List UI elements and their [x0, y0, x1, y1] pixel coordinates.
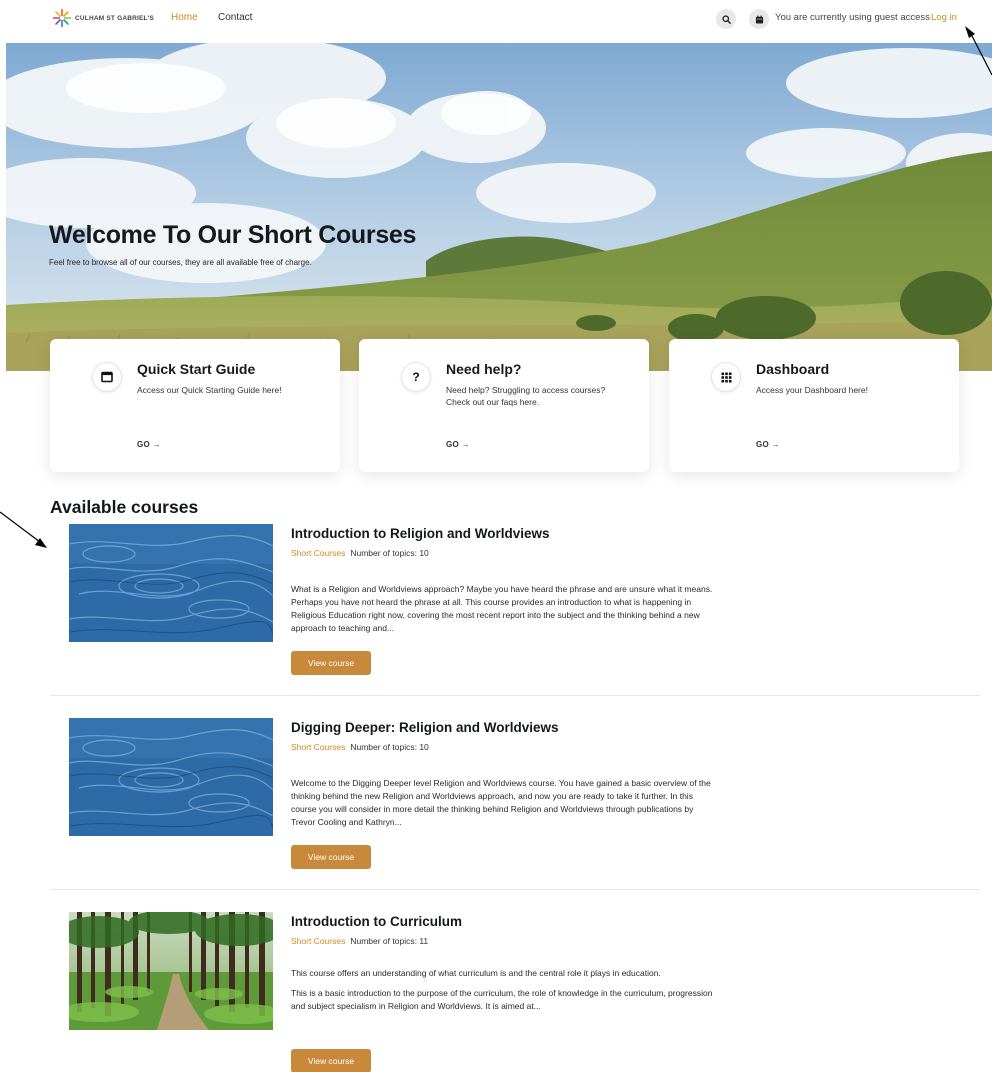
- course-image[interactable]: [69, 912, 273, 1030]
- course-category[interactable]: Short Courses: [291, 936, 345, 946]
- grid-icon: [721, 372, 731, 382]
- water-ripple-image: [69, 718, 273, 836]
- course-category[interactable]: Short Courses: [291, 742, 345, 752]
- nav-home[interactable]: Home: [171, 12, 198, 23]
- search-button[interactable]: [716, 9, 736, 29]
- course-title[interactable]: Introduction to Religion and Worldviews: [291, 526, 550, 541]
- search-icon: [721, 14, 731, 24]
- summary-paragraph: What is a Religion and Worldviews approa…: [291, 584, 713, 633]
- hero-banner: Welcome To Our Short Courses Feel free t…: [6, 43, 992, 371]
- view-course-button[interactable]: View course: [291, 845, 371, 869]
- course-title[interactable]: Digging Deeper: Religion and Worldviews: [291, 720, 559, 735]
- hero-subtitle: Feel free to browse all of our courses, …: [49, 258, 312, 267]
- quick-start-card[interactable]: Quick Start Guide Access our Quick Start…: [50, 339, 340, 472]
- logo-text: CULHAM ST GABRIEL'S: [75, 14, 155, 22]
- card-description: Need help? Struggling to access courses?…: [446, 385, 606, 407]
- calendar-icon: [755, 15, 763, 24]
- hero-title: Welcome To Our Short Courses: [49, 221, 417, 249]
- course-image[interactable]: [69, 718, 273, 836]
- course-summary: Welcome to the Digging Deeper level Reli…: [291, 777, 716, 829]
- need-help-card[interactable]: ? Need help? Need help? Struggling to ac…: [359, 339, 649, 472]
- card-description: Access our Quick Starting Guide here!: [137, 385, 282, 395]
- course-meta: Short Courses Number of topics: 10: [291, 548, 429, 558]
- course-summary: This course offers an understanding of w…: [291, 967, 716, 1013]
- summary-paragraph: This is a basic introduction to the purp…: [291, 988, 713, 1011]
- forest-path-image: [69, 912, 273, 1030]
- card-icon-circle: ?: [401, 362, 431, 392]
- summary-paragraph: Welcome to the Digging Deeper level Reli…: [291, 778, 711, 827]
- navbar: CULHAM ST GABRIEL'S Home Contact You are…: [0, 0, 992, 38]
- logo-mark-icon: [52, 8, 72, 28]
- dashboard-card[interactable]: Dashboard Access your Dashboard here! GO…: [669, 339, 959, 472]
- card-go-link[interactable]: GO →: [446, 440, 470, 449]
- course-meta: Short Courses Number of topics: 11: [291, 936, 428, 946]
- course-category[interactable]: Short Courses: [291, 548, 345, 558]
- course-item: Introduction to Curriculum Short Courses…: [50, 910, 980, 1072]
- card-title: Dashboard: [756, 361, 830, 377]
- guest-access-text: You are currently using guest access: [775, 12, 930, 23]
- window-icon: [101, 371, 113, 383]
- card-icon-circle: [711, 362, 741, 392]
- card-go-link[interactable]: GO →: [756, 440, 780, 449]
- course-item: Digging Deeper: Religion and Worldviews …: [50, 716, 980, 890]
- question-icon: ?: [412, 370, 420, 384]
- calendar-button[interactable]: [749, 9, 769, 29]
- view-course-button[interactable]: View course: [291, 1049, 371, 1072]
- course-divider: [50, 889, 980, 890]
- card-title: Quick Start Guide: [137, 361, 256, 377]
- summary-paragraph: This course offers an understanding of w…: [291, 968, 661, 978]
- course-item: Introduction to Religion and Worldviews …: [50, 522, 980, 696]
- water-ripple-image: [69, 524, 273, 642]
- card-go-link[interactable]: GO →: [137, 440, 161, 449]
- course-arrow-line: [0, 511, 41, 543]
- card-title: Need help?: [446, 361, 522, 377]
- course-topic-count: Number of topics: 11: [350, 936, 429, 946]
- landscape-image: [6, 43, 992, 371]
- course-arrow-head: [35, 538, 47, 548]
- card-description: Access your Dashboard here!: [756, 385, 868, 395]
- course-topic-count: Number of topics: 10: [350, 548, 429, 558]
- course-divider: [50, 695, 980, 696]
- course-image[interactable]: [69, 524, 273, 642]
- card-icon-circle: [92, 362, 122, 392]
- course-title[interactable]: Introduction to Curriculum: [291, 914, 462, 929]
- course-summary: What is a Religion and Worldviews approa…: [291, 583, 716, 635]
- login-link[interactable]: Log in: [931, 12, 957, 23]
- view-course-button[interactable]: View course: [291, 651, 371, 675]
- course-topic-count: Number of topics: 10: [350, 742, 429, 752]
- site-logo[interactable]: CULHAM ST GABRIEL'S: [52, 8, 154, 28]
- available-courses-heading: Available courses: [50, 497, 199, 517]
- nav-contact[interactable]: Contact: [218, 12, 252, 23]
- course-meta: Short Courses Number of topics: 10: [291, 742, 429, 752]
